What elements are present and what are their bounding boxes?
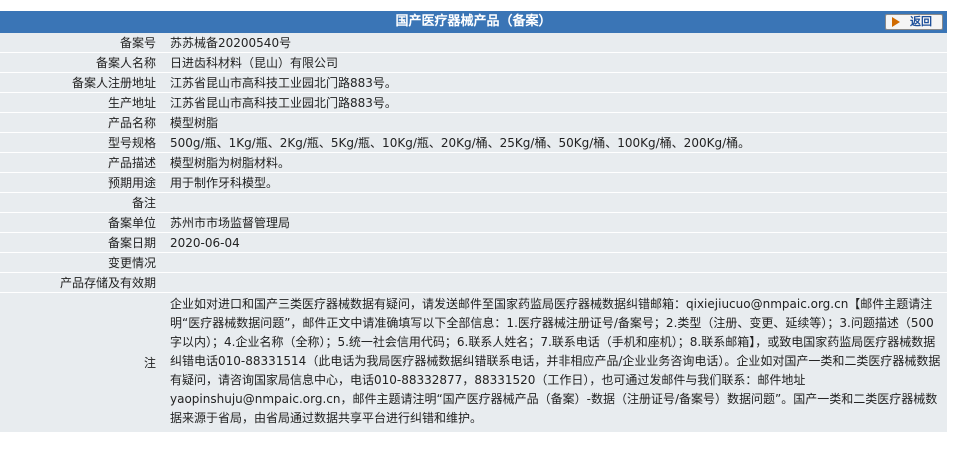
arrow-right-icon (892, 17, 900, 27)
note-row: 注 企业如对进口和国产三类医疗器械数据有疑问，请发送邮件至国家药监局医疗器械数据… (0, 292, 947, 433)
row-label: 预期用途 (0, 172, 160, 193)
table-row: 产品描述 模型树脂为树脂材料。 (0, 152, 947, 173)
row-label: 生产地址 (0, 92, 160, 113)
table-row: 变更情况 (0, 252, 947, 273)
note-cell: 企业如对进口和国产三类医疗器械数据有疑问，请发送邮件至国家药监局医疗器械数据纠错… (160, 292, 947, 433)
row-label: 备案单位 (0, 212, 160, 233)
row-value: 江苏省昆山市高科技工业园北门路883号。 (160, 72, 947, 93)
page-title: 国产医疗器械产品（备案） (395, 14, 552, 29)
row-value: 模型树脂为树脂材料。 (160, 152, 947, 173)
row-label: 产品存储及有效期 (0, 272, 160, 293)
back-button-label: 返回 (910, 15, 932, 28)
row-value: 用于制作牙科模型。 (160, 172, 947, 193)
row-label: 备注 (0, 192, 160, 213)
page-header: 国产医疗器械产品（备案） 返回 (0, 11, 947, 33)
row-value: 500g/瓶、1Kg/瓶、2Kg/瓶、5Kg/瓶、10Kg/瓶、20Kg/桶、2… (160, 132, 947, 153)
table-row: 备注 (0, 192, 947, 213)
row-label: 变更情况 (0, 252, 160, 273)
table-row: 产品名称 模型树脂 (0, 112, 947, 133)
row-value: 苏苏械备20200540号 (160, 33, 947, 53)
table-row: 型号规格 500g/瓶、1Kg/瓶、2Kg/瓶、5Kg/瓶、10Kg/瓶、20Kg… (0, 132, 947, 153)
row-value: 日进齿科材料（昆山）有限公司 (160, 52, 947, 73)
row-value: 江苏省昆山市高科技工业园北门路883号。 (160, 92, 947, 113)
table-row: 备案人注册地址 江苏省昆山市高科技工业园北门路883号。 (0, 72, 947, 93)
row-label: 备案号 (0, 33, 160, 53)
row-value: 2020-06-04 (160, 232, 947, 253)
table-row: 备案单位 苏州市市场监督管理局 (0, 212, 947, 233)
row-label: 备案日期 (0, 232, 160, 253)
row-label: 产品描述 (0, 152, 160, 173)
row-label: 型号规格 (0, 132, 160, 153)
record-table: 备案号 苏苏械备20200540号 备案人名称 日进齿科材料（昆山）有限公司 备案人… (0, 33, 947, 433)
table-row: 备案人名称 日进齿科材料（昆山）有限公司 (0, 52, 947, 73)
row-value (160, 192, 947, 213)
row-label: 备案人注册地址 (0, 72, 160, 93)
row-value (160, 272, 947, 293)
table-row: 预期用途 用于制作牙科模型。 (0, 172, 947, 193)
table-row: 产品存储及有效期 (0, 272, 947, 293)
table-row: 备案日期 2020-06-04 (0, 232, 947, 253)
note-label: 注 (0, 292, 160, 433)
note-text: 企业如对进口和国产三类医疗器械数据有疑问，请发送邮件至国家药监局医疗器械数据纠错… (170, 297, 941, 425)
table-row: 生产地址 江苏省昆山市高科技工业园北门路883号。 (0, 92, 947, 113)
back-button[interactable]: 返回 (885, 14, 943, 30)
detail-panel: 国产医疗器械产品（备案） 返回 备案号 苏苏械备20200540号 备案人名称 日进… (0, 0, 947, 433)
row-value: 苏州市市场监督管理局 (160, 212, 947, 233)
table-row: 备案号 苏苏械备20200540号 (0, 33, 947, 53)
row-label: 备案人名称 (0, 52, 160, 73)
row-label: 产品名称 (0, 112, 160, 133)
row-value (160, 252, 947, 273)
row-value: 模型树脂 (160, 112, 947, 133)
